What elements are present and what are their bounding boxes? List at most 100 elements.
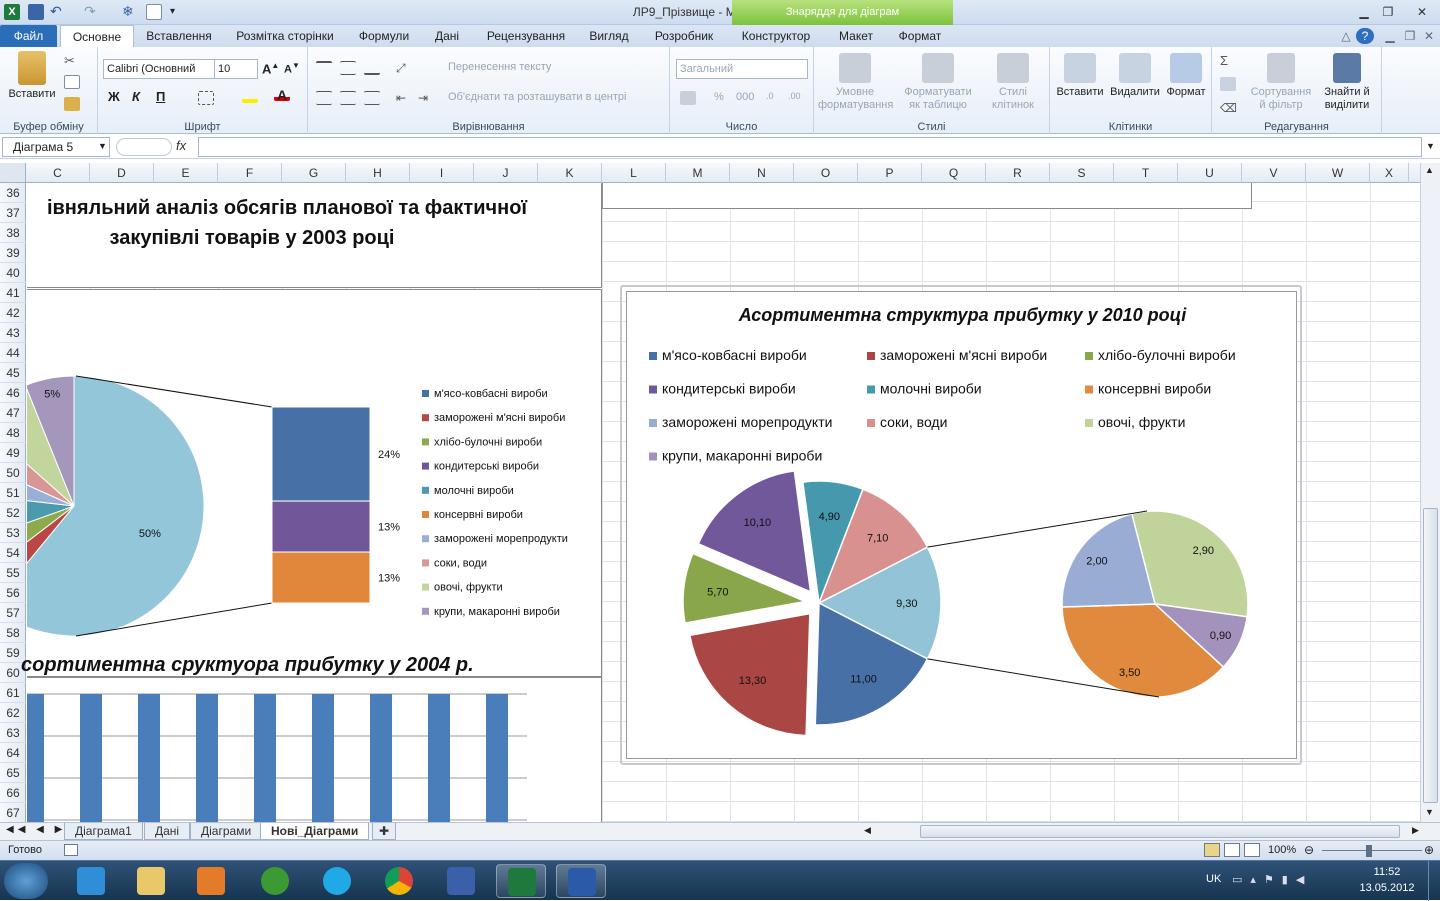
cell-styles-button[interactable]: Стилі клітинок [982,53,1044,112]
start-button[interactable] [4,863,48,899]
taskbar-utorrent[interactable] [250,864,300,898]
sheet-tab-new-diagrams[interactable]: Нові_Діаграми [260,823,370,840]
row-header-52[interactable]: 52 [0,503,26,523]
row-header-64[interactable]: 64 [0,743,26,763]
row-header-51[interactable]: 51 [0,483,26,503]
tab-design[interactable]: Конструктор [734,25,818,47]
find-select-button[interactable]: Знайти й виділити [1316,53,1378,112]
column-header-j[interactable]: J [474,163,538,183]
shrink-font-icon[interactable]: A▼ [284,61,300,76]
clock-date[interactable]: 13.05.2012 [1352,882,1422,894]
row-header-62[interactable]: 62 [0,703,26,723]
column-header-o[interactable]: O [794,163,858,183]
percent-button[interactable]: % [714,91,724,104]
cut-icon[interactable]: ✂ [64,53,80,68]
chart-2010[interactable]: Асортиментна структура прибутку у 2010 р… [626,291,1297,759]
column-header-r[interactable]: R [986,163,1050,183]
macro-record-icon[interactable] [64,844,78,856]
font-name-combo[interactable]: Calibri (Основний [103,59,215,79]
row-header-56[interactable]: 56 [0,583,26,603]
formula-splitter[interactable] [116,138,172,156]
row-header-41[interactable]: 41 [0,283,26,303]
column-header-i[interactable]: I [410,163,474,183]
zoom-slider-thumb[interactable] [1366,845,1372,857]
taskbar-excel[interactable] [496,864,546,898]
taskbar-ie[interactable] [66,864,116,898]
clock-time[interactable]: 11:52 [1352,866,1422,878]
taskbar-save-app[interactable] [436,864,486,898]
row-header-43[interactable]: 43 [0,323,26,343]
tab-review[interactable]: Рецензування [476,25,576,47]
align-bottom-icon[interactable] [364,61,380,75]
taskbar-word[interactable] [556,864,606,898]
clear-icon[interactable]: ⌫ [1220,101,1237,115]
align-center-icon[interactable] [340,91,356,105]
row-header-63[interactable]: 63 [0,723,26,743]
paste-button[interactable]: Вставити [4,51,60,101]
decrease-indent-icon[interactable]: ⇤ [396,91,412,105]
page-layout-view-icon[interactable] [1224,843,1240,857]
name-box-dropdown-icon[interactable]: ▼ [98,141,107,151]
page-break-view-icon[interactable] [1244,843,1260,857]
zoom-in-icon[interactable]: ⊕ [1424,843,1434,857]
tab-developer[interactable]: Розробник [644,25,724,47]
zoom-level[interactable]: 100% [1268,844,1296,856]
increase-indent-icon[interactable]: ⇥ [418,91,434,105]
column-header-t[interactable]: T [1114,163,1178,183]
column-header-k[interactable]: K [538,163,602,183]
column-header-w[interactable]: W [1306,163,1370,183]
taskbar-explorer[interactable] [126,864,176,898]
italic-button[interactable]: К [132,89,148,104]
restore-button[interactable]: ❐ [1376,3,1400,21]
row-header-44[interactable]: 44 [0,343,26,363]
column-header-d[interactable]: D [90,163,154,183]
column-header-n[interactable]: N [730,163,794,183]
sort-filter-button[interactable]: Сортування й фільтр [1250,53,1312,112]
minimize-ribbon-icon[interactable]: △ [1338,25,1354,47]
language-indicator[interactable]: UK [1206,873,1221,885]
chart-top-fragment[interactable] [602,183,1252,209]
scroll-down-icon[interactable]: ▼ [1425,807,1434,817]
increase-decimal-icon[interactable]: .0 [766,91,782,105]
column-header-q[interactable]: Q [922,163,986,183]
column-header-g[interactable]: G [282,163,346,183]
doc-minimize-icon[interactable]: ▁ [1380,25,1400,47]
row-header-45[interactable]: 45 [0,363,26,383]
align-right-icon[interactable] [364,91,380,105]
show-desktop-button[interactable] [1428,861,1440,901]
tab-insert[interactable]: Вставлення [138,25,220,47]
minimize-button[interactable]: ▁ [1352,3,1376,21]
formula-input[interactable] [198,137,1422,157]
row-header-42[interactable]: 42 [0,303,26,323]
chart-2003-title-area[interactable]: івняльний аналіз обсягів планової та фак… [27,183,602,288]
normal-view-icon[interactable] [1204,843,1220,857]
chart-pie-of-bar[interactable]: 50%3%4%5%24%13%13%м'ясо-ковбасні виробиз… [0,289,602,677]
doc-close-icon[interactable]: ✕ [1420,25,1438,47]
taskbar-skype[interactable] [312,864,362,898]
row-header-49[interactable]: 49 [0,443,26,463]
row-header-61[interactable]: 61 [0,683,26,703]
format-cells-button[interactable]: Формат [1162,53,1210,99]
orientation-icon[interactable]: ⤢ [396,61,412,75]
column-header-x[interactable]: X [1370,163,1409,183]
copy-icon[interactable] [64,75,80,89]
column-header-p[interactable]: P [858,163,922,183]
row-header-53[interactable]: 53 [0,523,26,543]
column-header-v[interactable]: V [1242,163,1306,183]
borders-icon[interactable] [198,91,214,105]
insert-cells-button[interactable]: Вставити [1054,53,1106,99]
row-header-39[interactable]: 39 [0,243,26,263]
row-header-58[interactable]: 58 [0,623,26,643]
row-header-66[interactable]: 66 [0,783,26,803]
row-header-67[interactable]: 67 [0,803,26,823]
name-box[interactable]: Діаграма 5 [2,137,110,157]
align-middle-icon[interactable] [340,61,356,75]
column-header-l[interactable]: L [602,163,666,183]
insert-function-icon[interactable]: fx [176,138,186,153]
bold-button[interactable]: Ж [108,89,124,104]
format-as-table-button[interactable]: Форматувати як таблицю [900,53,976,112]
column-header-m[interactable]: M [666,163,730,183]
column-header-e[interactable]: E [154,163,218,183]
row-header-47[interactable]: 47 [0,403,26,423]
number-format-combo[interactable]: Загальний [676,59,808,79]
